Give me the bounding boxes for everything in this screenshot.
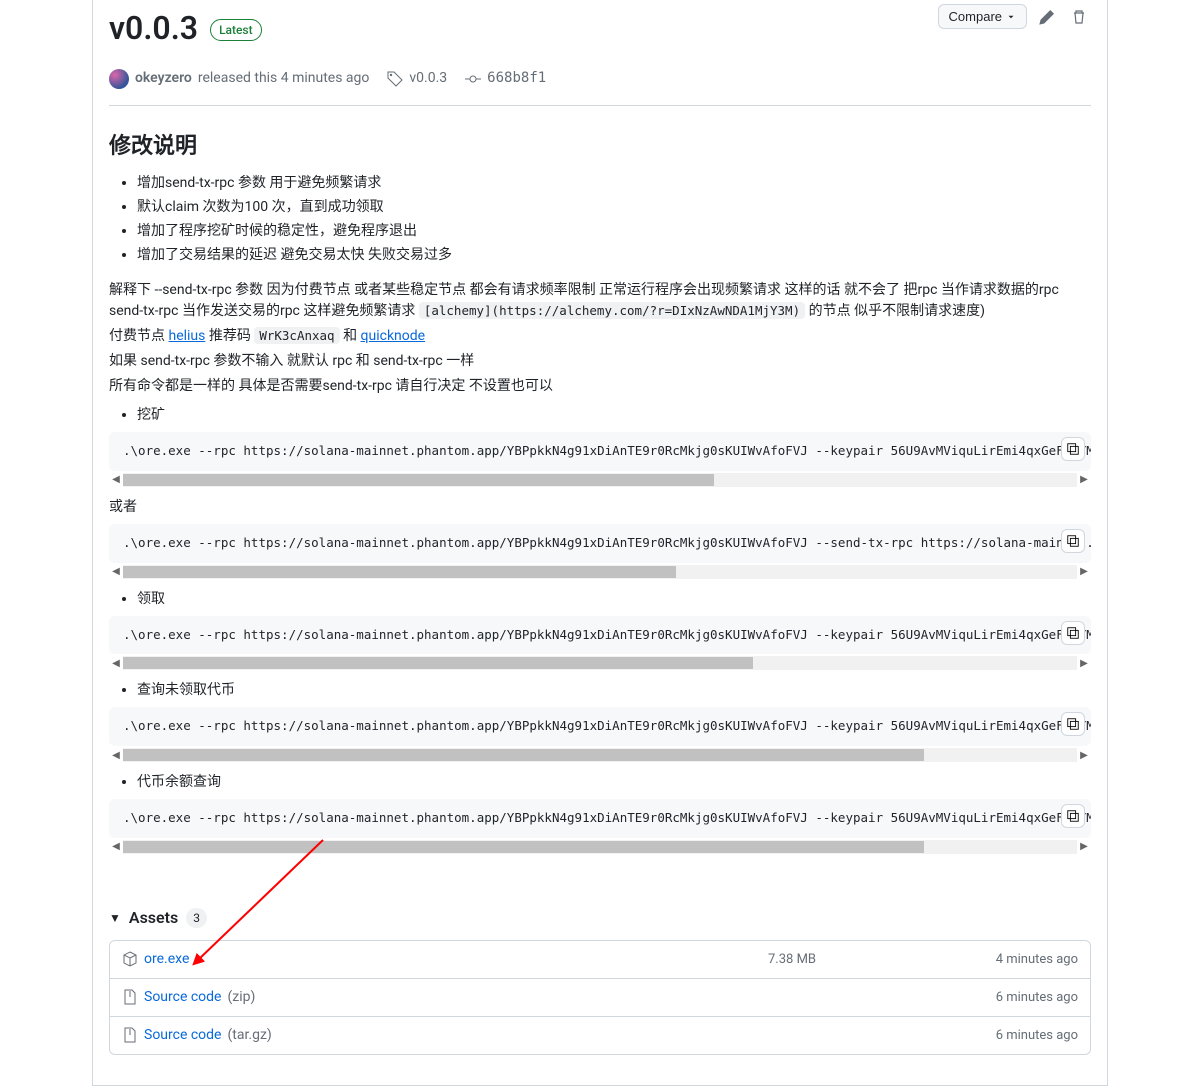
changelog-item: 默认claim 次数为100 次，直到成功领取 [137,197,1091,218]
copy-icon [1066,809,1080,823]
section-label: 领取 [137,589,1091,610]
copy-button[interactable] [1061,621,1085,645]
commit-icon [465,71,481,87]
copy-icon [1066,442,1080,456]
asset-link[interactable]: Source code (tar.gz) [122,1025,768,1046]
body-heading: 修改说明 [109,130,1091,163]
asset-link[interactable]: ore.exe [122,949,768,970]
helius-link[interactable]: helius [168,328,205,344]
code-block[interactable]: .\ore.exe --rpc https://solana-mainnet.p… [109,524,1091,563]
latest-badge: Latest [210,19,262,41]
copy-button[interactable] [1061,437,1085,461]
code-block[interactable]: .\ore.exe --rpc https://solana-mainnet.p… [109,707,1091,746]
tag-icon [387,71,403,87]
tag-text: v0.0.3 [409,68,447,89]
explain-p4: 所有命令都是一样的 具体是否需要send-tx-rpc 请自行决定 不设置也可以 [109,376,1091,397]
release-meta: okeyzero released this 4 minutes ago v0.… [109,68,1091,106]
horizontal-scrollbar[interactable]: ◀▶ [109,748,1091,762]
horizontal-scrollbar[interactable]: ◀▶ [109,840,1091,854]
copy-button[interactable] [1061,804,1085,828]
release-title: v0.0.3 [109,4,198,52]
copy-button[interactable] [1061,529,1085,553]
copy-icon [1066,626,1080,640]
release-body: 修改说明 增加send-tx-rpc 参数 用于避免频繁请求默认claim 次数… [109,106,1091,872]
file-zip-icon [122,989,138,1005]
asset-row: Source code (tar.gz) 6 minutes ago [110,1016,1090,1054]
file-zip-icon [122,1027,138,1043]
code-block[interactable]: .\ore.exe --rpc https://solana-mainnet.p… [109,799,1091,838]
explain-p3: 如果 send-tx-rpc 参数不输入 就默认 rpc 和 send-tx-r… [109,351,1091,372]
explain-p1: 解释下 --send-tx-rpc 参数 因为付费节点 或者某些稳定节点 都会有… [109,280,1091,322]
asset-row: ore.exe7.38 MB4 minutes ago [110,941,1090,978]
asset-size: 7.38 MB [768,950,918,970]
assets-count: 3 [186,908,207,928]
assets-list: ore.exe7.38 MB4 minutes agoSource code (… [109,940,1091,1055]
section-label: 或者 [109,497,1091,518]
caret-down-icon [1006,12,1016,22]
horizontal-scrollbar[interactable]: ◀▶ [109,473,1091,487]
section-label: 查询未领取代币 [137,680,1091,701]
compare-label: Compare [949,9,1002,24]
assets-toggle[interactable]: ▼ Assets 3 [109,900,1091,940]
package-icon [122,951,138,967]
copy-button[interactable] [1061,712,1085,736]
asset-row: Source code (zip) 6 minutes ago [110,978,1090,1016]
changelog-item: 增加send-tx-rpc 参数 用于避免频繁请求 [137,173,1091,194]
changelog-item: 增加了交易结果的延迟 避免交易太快 失败交易过多 [137,245,1091,266]
copy-icon [1066,534,1080,548]
author-link[interactable]: okeyzero [135,68,192,89]
horizontal-scrollbar[interactable]: ◀▶ [109,565,1091,579]
copy-icon [1066,717,1080,731]
asset-time: 6 minutes ago [918,1026,1078,1046]
delete-button[interactable] [1067,5,1091,29]
pencil-icon [1039,9,1055,25]
inline-code: [alchemy](https://alchemy.com/?r=DIxNzAw… [419,302,805,319]
inline-code: WrK3cAnxaq [254,327,339,344]
avatar[interactable] [109,69,129,89]
asset-time: 6 minutes ago [918,988,1078,1008]
released-text: released this 4 minutes ago [198,68,370,89]
edit-button[interactable] [1035,5,1059,29]
changelog-item: 增加了程序挖矿时候的稳定性，避免程序退出 [137,221,1091,242]
tag-link[interactable]: v0.0.3 [387,68,447,89]
caret-down-icon: ▼ [109,909,121,927]
changelog-list: 增加send-tx-rpc 参数 用于避免频繁请求默认claim 次数为100 … [109,173,1091,266]
code-block[interactable]: .\ore.exe --rpc https://solana-mainnet.p… [109,432,1091,471]
trash-icon [1071,9,1087,25]
assets-title: Assets [129,906,178,930]
code-block[interactable]: .\ore.exe --rpc https://solana-mainnet.p… [109,616,1091,655]
quicknode-link[interactable]: quicknode [361,328,426,344]
section-label: 代币余额查询 [137,772,1091,793]
compare-button[interactable]: Compare [938,4,1027,29]
section-label: 挖矿 [137,405,1091,426]
commit-text: 668b8f1 [487,68,546,89]
horizontal-scrollbar[interactable]: ◀▶ [109,656,1091,670]
explain-p2: 付费节点 helius 推荐码 WrK3cAnxaq 和 quicknode [109,326,1091,347]
commit-link[interactable]: 668b8f1 [465,68,546,89]
asset-link[interactable]: Source code (zip) [122,987,768,1008]
asset-time: 4 minutes ago [918,950,1078,970]
